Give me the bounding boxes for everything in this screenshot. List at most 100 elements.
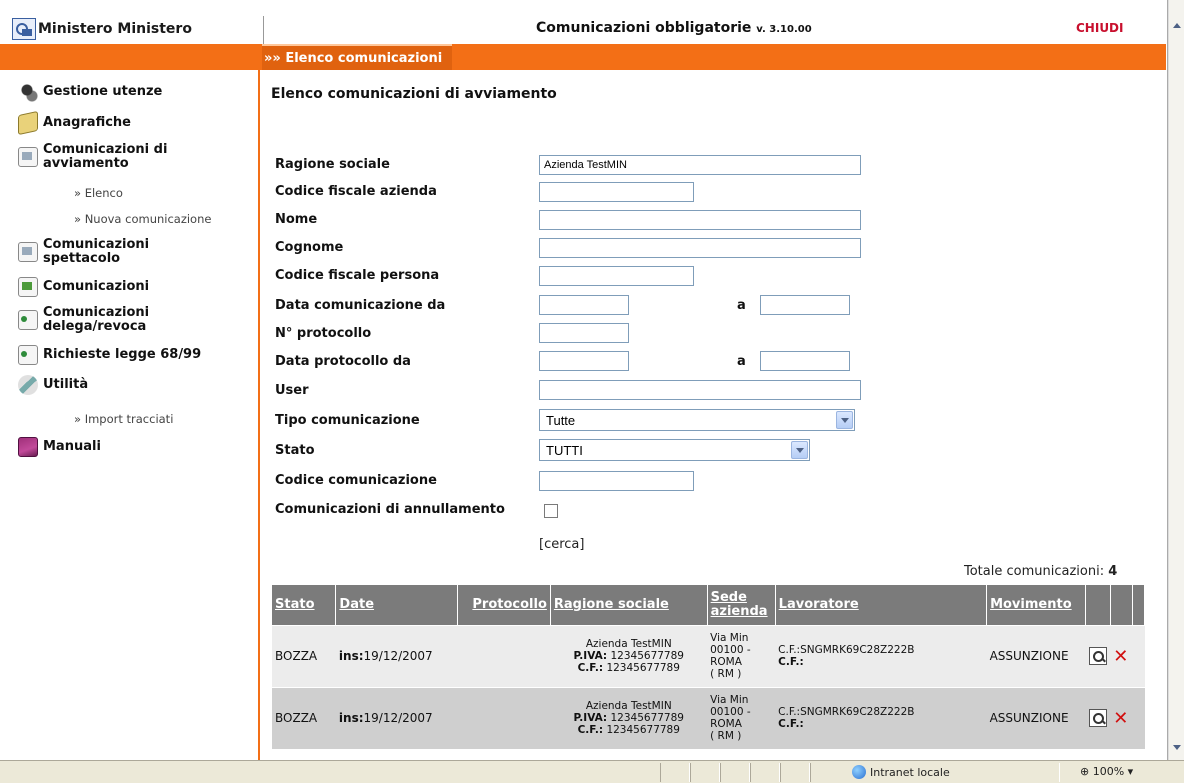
status-cell — [780, 763, 810, 782]
nome-input[interactable] — [539, 210, 861, 230]
scroll-down-arrow-icon[interactable] — [1169, 740, 1184, 756]
data-protocollo-a-input[interactable] — [760, 351, 850, 371]
sidebar-subitem-import-tracciati[interactable]: » Import tracciati — [74, 412, 173, 426]
sede-line: 00100 - — [710, 706, 751, 719]
users-icon — [18, 82, 38, 102]
cell-movimento: ASSUNZIONE — [986, 686, 1086, 749]
cognome-input[interactable] — [539, 238, 861, 258]
col-action-3 — [1132, 585, 1146, 625]
codice-comunicazione-input[interactable] — [539, 471, 694, 491]
col-stato[interactable]: Stato — [272, 585, 337, 625]
sidebar-item-richieste-legge[interactable]: Richieste legge 68/99 — [18, 345, 201, 365]
date-prefix: ins: — [338, 649, 364, 663]
total-count: Totale comunicazioni: 4 — [964, 564, 1117, 579]
table-row: BOZZA ins:19/12/2007 Azienda TestMIN P.I… — [272, 686, 1145, 749]
cell-empty — [1132, 686, 1145, 749]
sede-line: ROMA — [710, 718, 742, 731]
app-title: Comunicazioni obbligatorie v. 3.10.00 — [536, 20, 812, 36]
date-value: 19/12/2007 — [363, 711, 433, 726]
cell-ragione-sociale: Azienda TestMIN P.IVA: 12345677789 C.F.:… — [550, 624, 708, 687]
data-comunicazione-a-input[interactable] — [760, 295, 850, 315]
protocollo-input[interactable] — [539, 323, 629, 343]
col-action-2 — [1110, 585, 1133, 625]
sidebar-item-comunicazioni-spettacolo[interactable]: Comunicazioni spettacolo — [18, 238, 243, 266]
data-comunicazione-da-input[interactable] — [539, 295, 629, 315]
cell-date: ins:19/12/2007 — [335, 624, 458, 687]
scroll-up-arrow-icon[interactable] — [1169, 18, 1184, 34]
zoom-value: 100% — [1092, 765, 1125, 778]
piva-value: 12345677789 — [610, 712, 684, 725]
cell-lavoratore: C.F.:SNGMRK69C28Z222B C.F.: — [775, 624, 987, 687]
view-detail-icon[interactable] — [1088, 647, 1107, 665]
zoom-level[interactable]: ⊕ 100% ▾ — [1080, 765, 1133, 778]
ragione-name: Azienda TestMIN — [585, 638, 672, 650]
table-header-row: Stato Date Protocollo Ragione sociale Se… — [272, 585, 1146, 625]
sidebar-subitem-nuova-comunicazione[interactable]: » Nuova comunicazione — [74, 212, 211, 226]
sidebar-item-comunicazioni[interactable]: Comunicazioni — [18, 277, 149, 297]
label-cf-azienda: Codice fiscale azienda — [275, 184, 437, 199]
label-protocollo: N° protocollo — [275, 326, 372, 341]
page-title: Elenco comunicazioni di avviamento — [271, 86, 557, 102]
annullamento-checkbox[interactable] — [544, 504, 558, 518]
col-sede-azienda[interactable]: Sede azienda — [707, 585, 776, 625]
document-icon — [18, 277, 38, 297]
chevron-down-icon[interactable] — [791, 441, 808, 459]
label-data-protocollo-a: a — [737, 354, 746, 369]
lavoratore-cf: C.F.:SNGMRK69C28Z222B — [778, 706, 915, 719]
sidebar-item-comunicazioni-delega[interactable]: Comunicazioni delega/revoca — [18, 306, 243, 334]
col-date[interactable]: Date — [335, 585, 459, 625]
col-protocollo[interactable]: Protocollo — [457, 585, 551, 625]
document-icon — [18, 345, 38, 365]
label-cf-persona: Codice fiscale persona — [275, 268, 440, 283]
manuals-icon — [18, 437, 38, 457]
security-zone-label: Intranet locale — [870, 765, 950, 779]
cell-ragione-sociale: Azienda TestMIN P.IVA: 12345677789 C.F.:… — [550, 686, 708, 749]
breadcrumb: »» Elenco comunicazioni — [262, 44, 453, 70]
close-link[interactable]: CHIUDI — [1076, 21, 1123, 35]
security-zone: Intranet locale — [852, 765, 950, 779]
cell-protocollo — [457, 686, 551, 749]
col-ragione-sociale[interactable]: Ragione sociale — [550, 585, 708, 625]
date-value: 19/12/2007 — [363, 649, 433, 663]
sidebar-item-manuali[interactable]: Manuali — [18, 437, 101, 457]
lavoratore-cf-label: C.F.: — [778, 656, 804, 668]
user-input[interactable] — [539, 380, 861, 400]
cf-persona-input[interactable] — [539, 266, 694, 286]
piva-label: P.IVA: — [573, 712, 608, 725]
brand-name: Ministero Ministero — [38, 21, 192, 37]
vertical-scrollbar[interactable] — [1168, 0, 1184, 760]
cf-value: 12345677789 — [606, 724, 680, 737]
cell-date: ins:19/12/2007 — [335, 686, 458, 749]
cf-azienda-input[interactable] — [539, 182, 694, 202]
delete-icon[interactable]: ✕ — [1113, 646, 1128, 667]
view-detail-icon[interactable] — [1088, 709, 1107, 728]
sidebar-subitem-elenco[interactable]: » Elenco — [74, 186, 123, 200]
search-link[interactable]: [cerca] — [539, 537, 584, 552]
label-stato: Stato — [275, 443, 315, 458]
col-movimento[interactable]: Movimento — [986, 585, 1087, 625]
browser-status-bar: Intranet locale ⊕ 100% ▾ — [0, 760, 1184, 783]
col-lavoratore[interactable]: Lavoratore — [775, 585, 988, 625]
ragione-sociale-input[interactable] — [539, 155, 861, 175]
main-content: Elenco comunicazioni di avviamento Ragio… — [262, 70, 1165, 760]
document-icon — [18, 242, 38, 262]
sidebar-item-utilita[interactable]: Utilità — [18, 375, 88, 395]
table-row: BOZZA ins:19/12/2007 Azienda TestMIN P.I… — [272, 624, 1145, 687]
stato-value: TUTTI — [546, 443, 583, 458]
document-icon — [18, 310, 38, 330]
sidebar-item-gestione-utenze[interactable]: Gestione utenze — [18, 82, 162, 102]
sidebar-item-anagrafiche[interactable]: Anagrafiche — [18, 110, 131, 136]
tipo-comunicazione-select[interactable]: Tutte — [539, 409, 855, 431]
stato-select[interactable]: TUTTI — [539, 439, 810, 461]
label-data-comunicazione-da: Data comunicazione da — [275, 298, 446, 313]
delete-icon[interactable]: ✕ — [1113, 708, 1128, 729]
data-protocollo-da-input[interactable] — [539, 351, 629, 371]
sidebar-item-label: Anagrafiche — [43, 115, 131, 130]
sidebar-item-comunicazioni-avviamento[interactable]: Comunicazioni di avviamento — [18, 143, 243, 171]
header-divider — [263, 16, 264, 44]
cell-empty — [1132, 624, 1145, 687]
chevron-down-icon[interactable] — [836, 411, 853, 429]
breadcrumb-bar-left — [0, 44, 260, 70]
browser-viewport: Ministero Ministero Comunicazioni obblig… — [0, 0, 1168, 760]
sidebar-item-label: Comunicazioni spettacolo — [43, 237, 150, 266]
